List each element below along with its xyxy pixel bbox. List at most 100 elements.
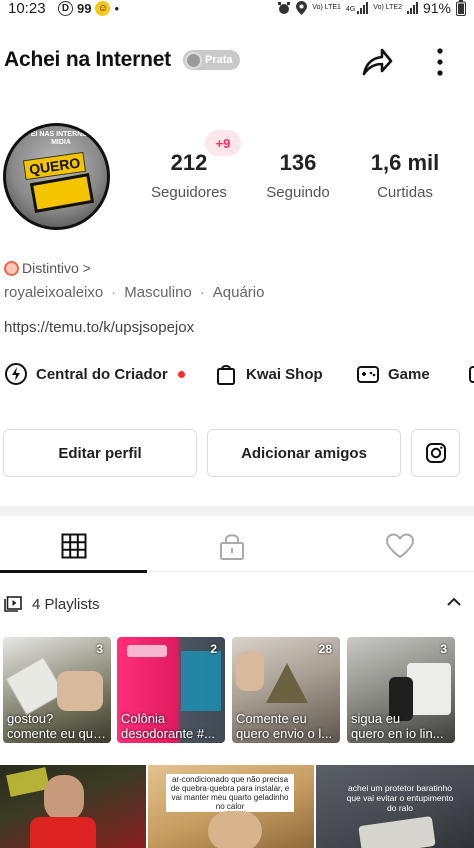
playlist-card[interactable]: 28 Comente eu quero envio o l... (232, 637, 340, 743)
playlist-count: 3 (440, 642, 447, 656)
profile-header: Achei na Internet Prata (0, 40, 474, 80)
battery-icon (456, 0, 466, 16)
playlist-count: 3 (96, 642, 103, 656)
quick-links: Central do Criador Kwai Shop Game (0, 360, 474, 392)
badge-icon (4, 260, 19, 276)
add-friends-button[interactable]: Adicionar amigos (207, 429, 401, 477)
net-lte2: Vo) LTE2 (373, 4, 402, 11)
creator-center-icon (5, 363, 27, 385)
playlist-card[interactable]: 3 gostou? comente eu que... (3, 637, 111, 743)
smiley-icon: ☺ (95, 1, 111, 16)
edit-profile-button[interactable]: Editar perfil (3, 429, 197, 477)
playlist-caption: Comente eu quero envio o l... (236, 711, 337, 741)
distintivo-label: Distintivo > (22, 260, 91, 276)
status-bar: 10:23 D 99 ☺ • Vo) LTE1 4G Vo) LTE2 91% (0, 0, 474, 22)
net-lte1: Vo) LTE1 (312, 4, 341, 11)
playlist-icon (4, 596, 22, 612)
following-count: 136 (279, 150, 317, 175)
kwai-shop-link[interactable]: Kwai Shop (214, 362, 323, 386)
username: royaleixoaleixo (4, 284, 104, 301)
likes-count: 1,6 mil (370, 150, 440, 175)
playlists-count-label: 4 Playlists (32, 595, 100, 613)
instagram-button[interactable] (411, 429, 460, 477)
gamepad-icon (357, 366, 379, 383)
chevron-up-icon[interactable] (446, 594, 462, 610)
location-icon (296, 1, 308, 15)
playlists-header[interactable]: 4 Playlists (4, 592, 470, 616)
distintivo-link[interactable]: Distintivo > (4, 260, 91, 276)
battery-level: 91% (422, 0, 451, 16)
zodiac-sign: Aquário (212, 284, 265, 301)
tab-private[interactable] (158, 520, 305, 572)
tab-posts[interactable] (0, 520, 147, 573)
section-divider (0, 506, 474, 516)
product-image (358, 815, 436, 848)
notification-dot (177, 370, 185, 378)
video-thumbnail[interactable]: achei um protetor baratinho que vai evit… (316, 765, 474, 848)
hand-image (236, 651, 264, 691)
following-label: Seguindo (266, 184, 330, 201)
kwai-shop-label: Kwai Shop (246, 365, 323, 383)
alarm-icon (278, 2, 291, 14)
playlist-caption-line2: desodorante #... (121, 726, 215, 741)
level-badge[interactable]: Prata (183, 50, 240, 70)
playlist-caption-line2: quero en io lin... (351, 726, 444, 741)
playlist-caption-line2: comente eu que... (7, 726, 108, 741)
playlist-count: 28 (318, 642, 332, 656)
creator-center-label: Central do Criador (36, 365, 168, 383)
video-caption: achei um protetor baratinho que vai evit… (346, 783, 454, 813)
medal-icon (185, 51, 202, 69)
followers-count: 212 (170, 150, 208, 175)
followers-label: Seguidores (151, 184, 227, 201)
video-thumbnail[interactable] (0, 765, 146, 848)
dot-icon: • (114, 1, 120, 16)
heart-icon (385, 533, 414, 559)
likes-label: Curtidas (377, 184, 433, 201)
status-right: Vo) LTE1 4G Vo) LTE2 91% (277, 0, 466, 16)
playlist-caption: gostou? comente eu que... (7, 711, 108, 741)
playlist-count: 2 (210, 642, 217, 656)
grid-icon (61, 533, 86, 559)
profile-tags: royaleixoaleixo · Masculino · Aquário (4, 284, 264, 301)
app-99-icon: 99 (77, 1, 92, 16)
playlist-card[interactable]: 3 sigua eu quero en io lin... (347, 637, 455, 743)
playlist-caption-line2: quero envio o l... (236, 726, 333, 741)
video-thumbnail[interactable]: ar-condicionado que não precisa de quebr… (148, 765, 314, 848)
creator-center-link[interactable]: Central do Criador (4, 362, 185, 386)
playlist-caption-line1: sigua eu (351, 711, 401, 726)
stat-following[interactable]: 136 Seguindo (254, 150, 342, 201)
bottle-image (181, 651, 221, 711)
tab-liked[interactable] (326, 520, 473, 572)
share-icon[interactable] (360, 44, 394, 78)
separator: · (199, 284, 205, 301)
lock-icon (219, 534, 244, 560)
stat-followers[interactable]: 212 Seguidores (140, 150, 238, 201)
playlist-card[interactable]: 2 Colônia desodorante #... (117, 637, 225, 743)
profile-name: Achei na Internet (4, 48, 171, 71)
bio-link[interactable]: https://temu.to/k/upsjsopejox (4, 319, 194, 336)
cart-icon (29, 173, 95, 213)
app-d-icon: D (58, 1, 73, 16)
stat-likes[interactable]: 1,6 mil Curtidas (358, 150, 452, 201)
person-image (44, 775, 84, 821)
video-caption: ar-condicionado que não precisa de quebr… (166, 774, 294, 812)
avatar[interactable]: EI NAS INTERNET MIDIA QUERO (3, 123, 110, 230)
playlist-caption: sigua eu quero en io lin... (351, 711, 452, 741)
avatar-text-top: EI NAS INTERNET MIDIA (30, 131, 92, 146)
game-link[interactable]: Game (356, 362, 430, 386)
playlist-caption-line1: Colônia (121, 711, 166, 726)
product-image (407, 663, 451, 715)
signal-2-icon (406, 2, 418, 14)
content-tabs (0, 520, 474, 573)
net-4g: 4G (345, 6, 356, 13)
hand-image (57, 671, 103, 711)
playlist-caption-line1: gostou? (7, 711, 54, 726)
more-options-icon[interactable] (430, 44, 450, 78)
shopping-bag-icon (217, 365, 235, 385)
product-image (5, 656, 65, 716)
shirt-image (30, 817, 96, 848)
level-badge-label: Prata (205, 54, 233, 66)
person-image (208, 811, 262, 848)
status-left-icons: D 99 ☺ • (58, 1, 119, 16)
more-links[interactable] (468, 362, 474, 386)
